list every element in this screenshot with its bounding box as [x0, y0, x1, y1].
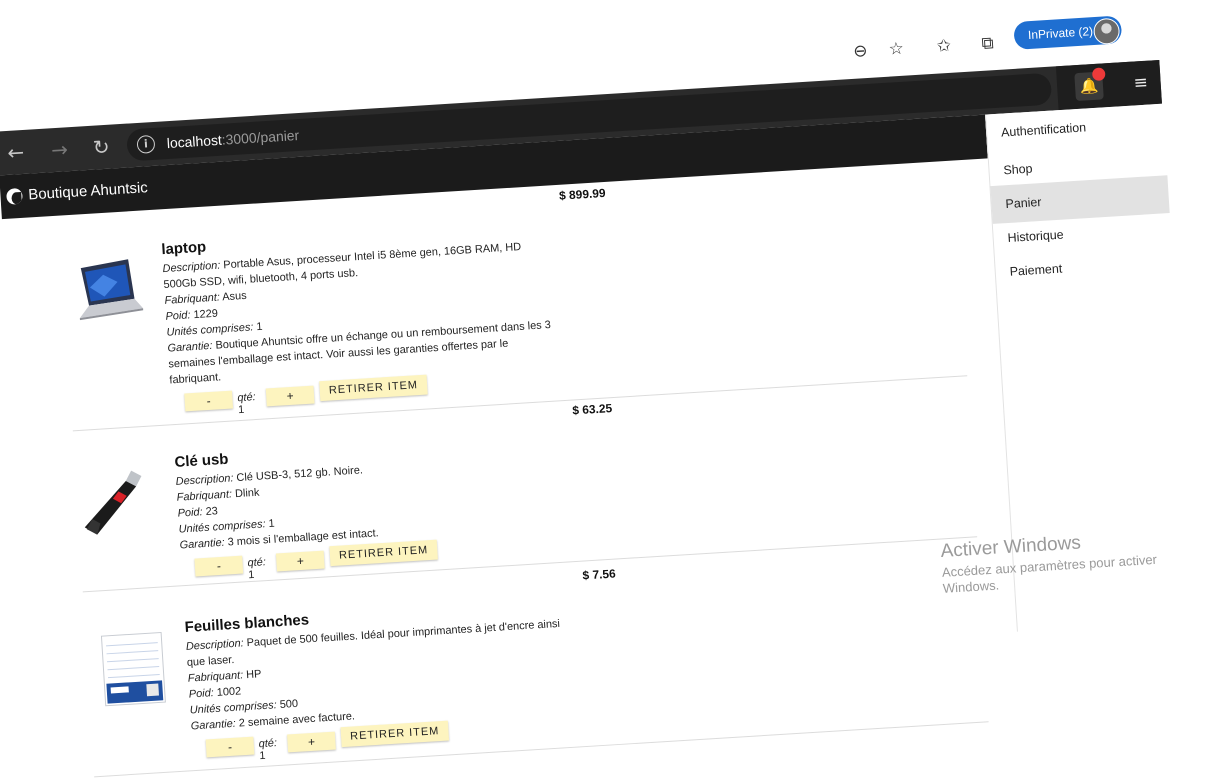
- remove-item-button[interactable]: RETIRER ITEM: [319, 374, 428, 402]
- label-weight: Poid:: [165, 309, 191, 323]
- product-details: Description: Portable Asus, processeur I…: [162, 237, 557, 388]
- quantity-controls: - qté: 1 + RETIRER ITEM: [205, 720, 450, 762]
- label-qty: qté:: [237, 391, 257, 405]
- product-name: Clé usb: [174, 450, 229, 471]
- label-manufacturer: Fabriquant:: [164, 291, 221, 307]
- site-info-icon[interactable]: i: [136, 134, 156, 154]
- zoom-out-icon[interactable]: ⊖: [849, 40, 872, 63]
- remove-item-button[interactable]: RETIRER ITEM: [329, 539, 438, 567]
- increase-qty-button[interactable]: +: [275, 550, 325, 572]
- remove-item-button[interactable]: RETIRER ITEM: [340, 720, 450, 748]
- notification-bell-icon[interactable]: 🔔: [1074, 67, 1106, 102]
- label-manufacturer: Fabriquant:: [187, 669, 244, 685]
- logo-icon: [6, 187, 23, 205]
- qty-display: qté: 1: [237, 391, 257, 416]
- product-units: 500: [279, 697, 299, 711]
- menu-collapse-icon[interactable]: ≡: [1128, 70, 1153, 95]
- paper-pack-image: [85, 628, 169, 707]
- back-arrow-icon[interactable]: ←: [3, 140, 28, 165]
- product-weight: 1229: [193, 307, 219, 322]
- product-manufacturer: HP: [245, 668, 262, 682]
- product-manufacturer: Asus: [221, 289, 248, 304]
- label-warranty: Garantie:: [179, 536, 225, 552]
- price: $ 899.99: [558, 185, 606, 203]
- inprivate-label: InPrivate (2): [1027, 24, 1094, 43]
- label-weight: Poid:: [177, 506, 203, 520]
- qty-value: 1: [259, 749, 266, 763]
- label-description: Description:: [175, 472, 234, 488]
- decrease-qty-button[interactable]: -: [184, 390, 234, 412]
- decrease-qty-button[interactable]: -: [205, 736, 255, 758]
- label-manufacturer: Fabriquant:: [176, 488, 233, 504]
- price: $ 7.56: [582, 566, 617, 583]
- label-qty: qté:: [258, 737, 278, 751]
- decrease-qty-button[interactable]: -: [194, 555, 244, 577]
- label-qty: qté:: [247, 556, 267, 570]
- favorites-icon[interactable]: ✩: [932, 35, 955, 58]
- add-favorite-icon[interactable]: ☆: [885, 38, 908, 61]
- product-details: Description: Paquet de 500 feuilles. Idé…: [185, 615, 578, 734]
- quantity-controls: - qté: 1 + RETIRER ITEM: [184, 374, 428, 416]
- profile-avatar: [1092, 17, 1121, 46]
- laptop-image: [62, 254, 146, 328]
- product-weight: 1002: [216, 685, 242, 699]
- app-title[interactable]: Boutique Ahuntsic: [28, 179, 148, 203]
- label-warranty: Garantie:: [167, 339, 213, 355]
- refresh-icon[interactable]: ↻: [89, 134, 114, 160]
- usb-key-image: [75, 465, 159, 539]
- url-path: :3000/panier: [221, 126, 300, 148]
- extensions-area: 🔔 ≡: [1055, 59, 1162, 111]
- url-text: localhost:3000/panier: [166, 127, 299, 151]
- increase-qty-button[interactable]: +: [265, 385, 315, 407]
- qty-display: qté: 1: [258, 737, 278, 762]
- qty-value: 1: [237, 403, 245, 417]
- quantity-controls: - qté: 1 + RETIRER ITEM: [194, 539, 438, 581]
- product-units: 1: [256, 320, 263, 334]
- increase-qty-button[interactable]: +: [287, 731, 336, 753]
- label-weight: Poid:: [188, 687, 215, 701]
- browser-window: ⊖ ☆ ✩ ⧉ InPrivate (2) ← → ↻ i localhost:…: [0, 0, 1210, 778]
- url-host: localhost: [166, 131, 223, 152]
- qty-value: 1: [247, 568, 255, 582]
- notification-badge: [1091, 67, 1106, 82]
- product-weight: 23: [205, 505, 219, 518]
- forward-arrow-icon[interactable]: →: [47, 137, 72, 162]
- product-manufacturer: Dlink: [234, 486, 260, 501]
- label-description: Description:: [185, 637, 244, 653]
- label-warranty: Garantie:: [190, 717, 237, 733]
- product-name: laptop: [160, 238, 207, 259]
- collections-icon[interactable]: ⧉: [976, 32, 999, 55]
- product-details: Description: Clé USB-3, 512 gb. Noire. F…: [175, 450, 567, 553]
- price: $ 63.25: [571, 401, 613, 418]
- inprivate-button[interactable]: InPrivate (2): [1013, 15, 1123, 50]
- product-units: 1: [268, 517, 276, 531]
- label-description: Description:: [162, 259, 221, 276]
- qty-display: qté: 1: [247, 556, 267, 581]
